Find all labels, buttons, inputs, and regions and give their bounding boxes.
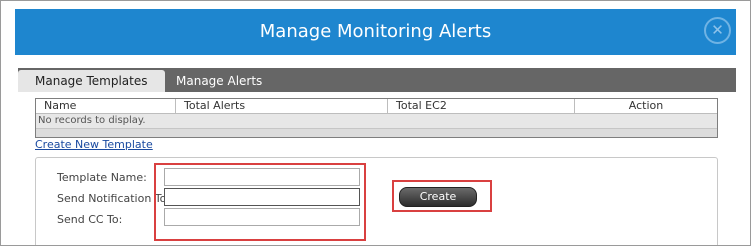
tab-manage-templates[interactable]: Manage Templates [18, 70, 165, 92]
template-form-panel: Template Name: Send Notification To: Sen… [35, 157, 718, 245]
grid-header: Name Total Alerts Total EC2 Action [36, 99, 717, 114]
tab-manage-alerts[interactable]: Manage Alerts [159, 70, 279, 92]
templates-grid: Name Total Alerts Total EC2 Action No re… [35, 98, 718, 138]
column-header-total-alerts[interactable]: Total Alerts [176, 99, 388, 113]
highlight-box-fields [154, 163, 366, 241]
column-header-total-ec2[interactable]: Total EC2 [388, 99, 575, 113]
create-button[interactable]: Create [399, 187, 477, 207]
grid-empty-message: No records to display. [36, 114, 717, 128]
dialog-title-bar: Manage Monitoring Alerts ✕ [15, 9, 736, 55]
dialog-body: Manage Templates Manage Alerts Name Tota… [15, 55, 736, 245]
template-name-label: Template Name: [57, 171, 147, 184]
dialog-title: Manage Monitoring Alerts [259, 21, 492, 42]
create-new-template-link[interactable]: Create New Template [35, 138, 153, 151]
send-cc-label: Send CC To: [57, 213, 123, 226]
tab-bar: Manage Templates Manage Alerts [18, 68, 736, 92]
manage-alerts-dialog: Manage Monitoring Alerts ✕ Manage Templa… [0, 0, 751, 246]
close-icon[interactable]: ✕ [704, 17, 731, 44]
grid-footer [36, 128, 717, 137]
column-header-action[interactable]: Action [575, 99, 717, 113]
column-header-name[interactable]: Name [36, 99, 176, 113]
